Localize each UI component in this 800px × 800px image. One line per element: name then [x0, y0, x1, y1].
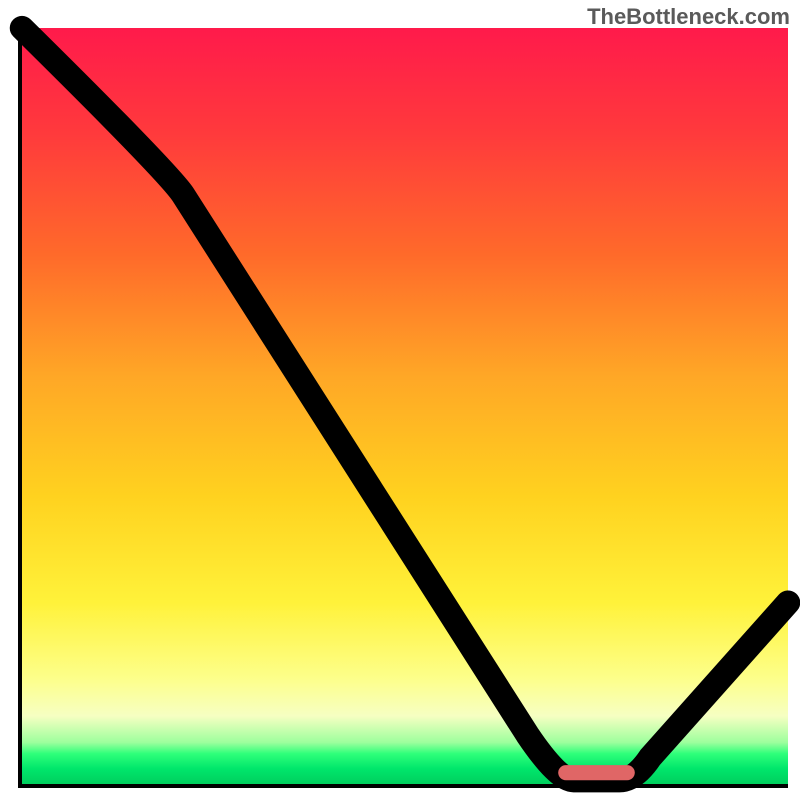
- bottleneck-curve: [22, 28, 788, 780]
- bottleneck-chart: [18, 28, 788, 788]
- watermark-text: TheBottleneck.com: [587, 4, 790, 30]
- optimal-zone-marker: [558, 765, 635, 780]
- chart-svg: [22, 28, 788, 784]
